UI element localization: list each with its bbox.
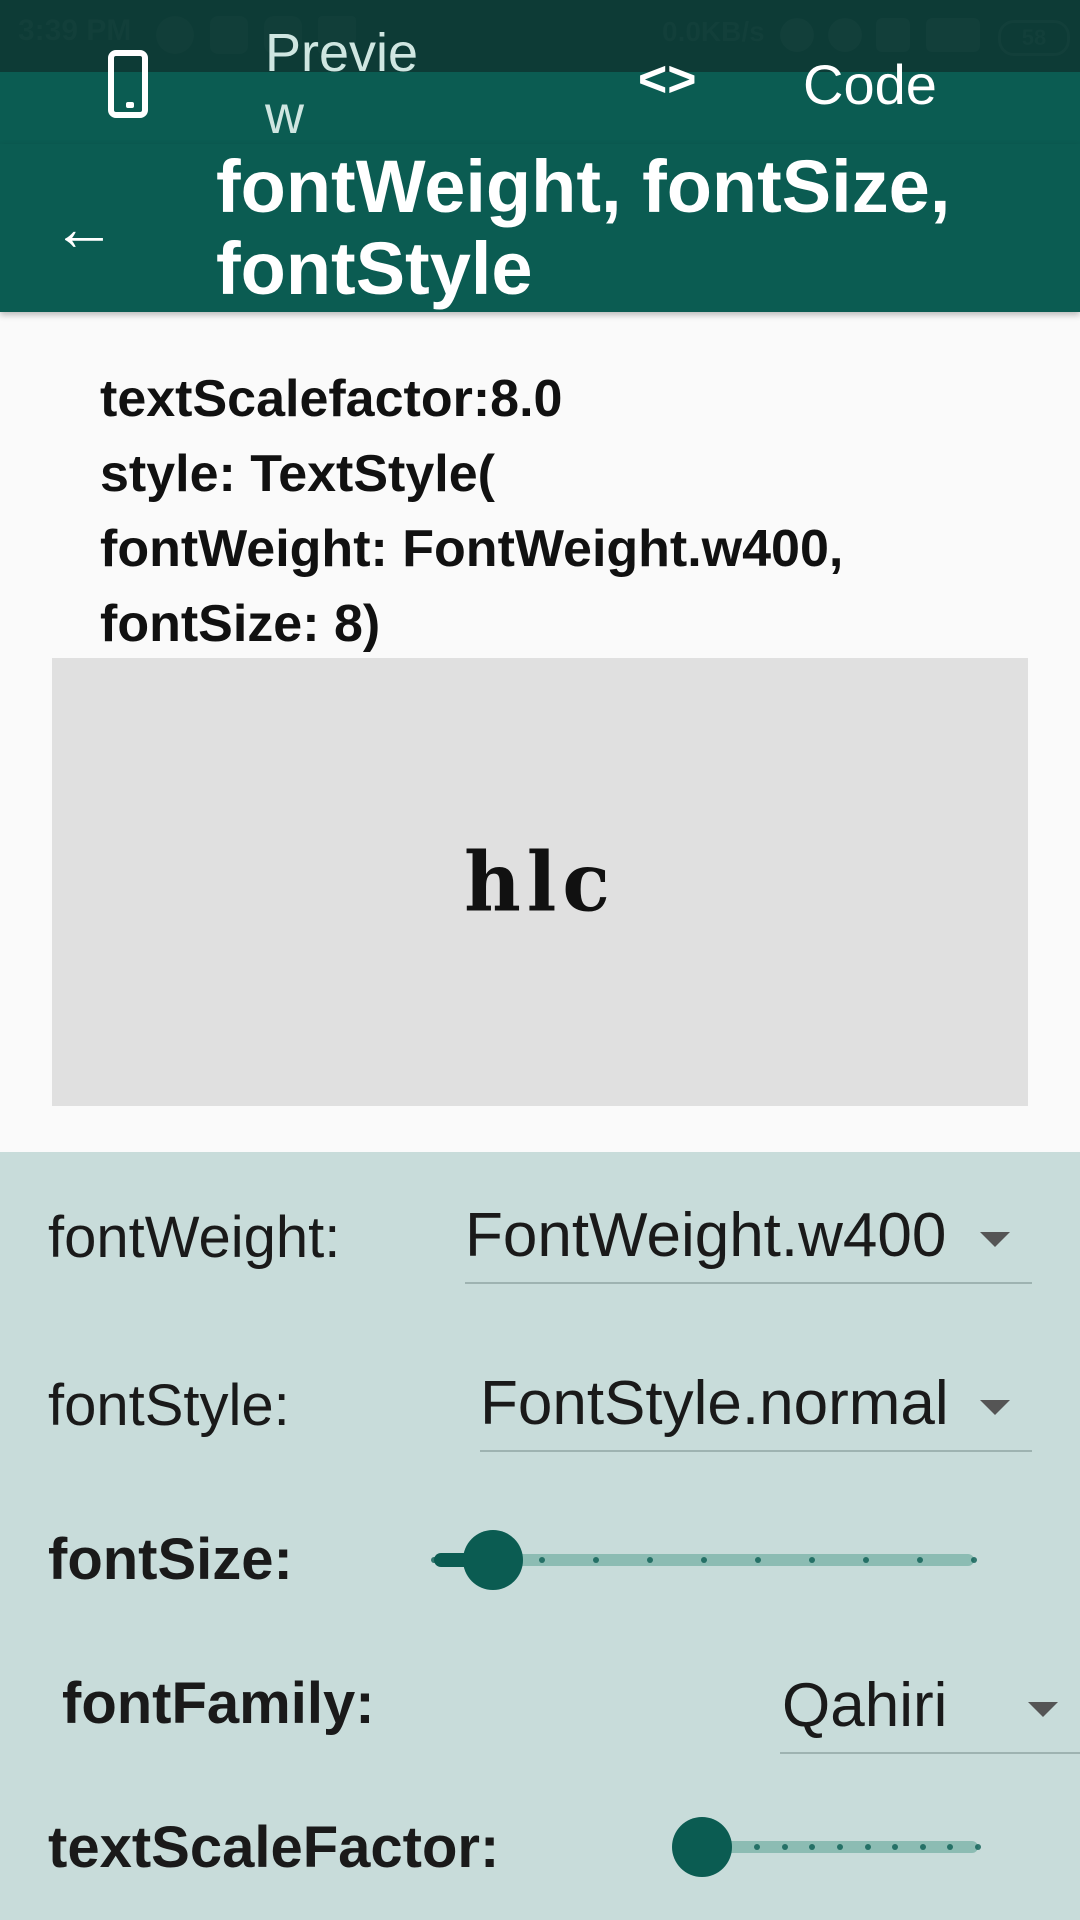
arrow-back-icon[interactable]: ← — [52, 196, 116, 260]
slider-tick — [781, 1844, 788, 1850]
text-scale-factor-slider[interactable] — [672, 1817, 1008, 1877]
slider-tick — [863, 1557, 869, 1563]
font-family-dropdown[interactable]: Qahiri — [780, 1662, 1080, 1756]
slider-tick — [539, 1557, 545, 1563]
tab-code[interactable]: <> Code — [620, 44, 980, 144]
status-time: 3:39 PM — [18, 14, 132, 47]
dropdown-arrow-icon — [980, 1400, 1010, 1415]
slider-tick — [701, 1557, 707, 1563]
dropdown-arrow-icon — [980, 1232, 1010, 1247]
font-size-label: fontSize: — [48, 1527, 293, 1592]
tab-preview[interactable]: Preview — [80, 23, 460, 145]
font-family-value: Qahiri — [782, 1671, 948, 1740]
dropdown-underline — [465, 1282, 1032, 1284]
code-icon: <> — [638, 51, 697, 107]
font-family-label: fontFamily: — [62, 1671, 375, 1736]
tab-preview-label: Preview — [265, 23, 419, 145]
slider-tick — [975, 1844, 981, 1850]
font-style-dropdown[interactable]: FontStyle.normal — [480, 1360, 1032, 1454]
slider-tick — [919, 1844, 926, 1850]
style-description: textScalefactor:8.0 style: TextStyle( fo… — [100, 370, 844, 653]
dropdown-underline — [780, 1752, 1080, 1754]
phone-icon — [108, 50, 148, 118]
slider-tick — [809, 1557, 815, 1563]
slider-tick — [431, 1557, 437, 1563]
slider-tick — [971, 1557, 977, 1563]
battery-icon: 58 — [998, 20, 1070, 56]
text-scale-factor-label: textScaleFactor: — [48, 1815, 500, 1880]
font-style-label: fontStyle: — [48, 1373, 290, 1438]
slider-tick — [647, 1557, 653, 1563]
font-weight-value: FontWeight.w400 — [465, 1201, 947, 1270]
slider-thumb[interactable] — [463, 1530, 524, 1590]
font-style-value: FontStyle.normal — [480, 1369, 949, 1438]
slider-tick — [755, 1557, 761, 1563]
dropdown-arrow-icon — [1028, 1702, 1058, 1717]
dropdown-underline — [480, 1450, 1032, 1452]
slider-tick — [917, 1557, 923, 1563]
preview-box: hlc — [52, 658, 1028, 1106]
slider-tick — [837, 1844, 843, 1850]
font-size-slider[interactable] — [404, 1530, 1004, 1590]
slider-tick — [864, 1844, 871, 1850]
font-weight-label: fontWeight: — [48, 1205, 341, 1270]
page-title: fontWeight, fontSize, fontStyle — [216, 146, 951, 310]
preview-sample-text: hlc — [464, 834, 616, 930]
tab-code-label: Code — [803, 53, 937, 116]
slider-thumb[interactable] — [672, 1817, 732, 1877]
slider-tick — [593, 1557, 599, 1563]
font-weight-dropdown[interactable]: FontWeight.w400 — [465, 1192, 1032, 1286]
